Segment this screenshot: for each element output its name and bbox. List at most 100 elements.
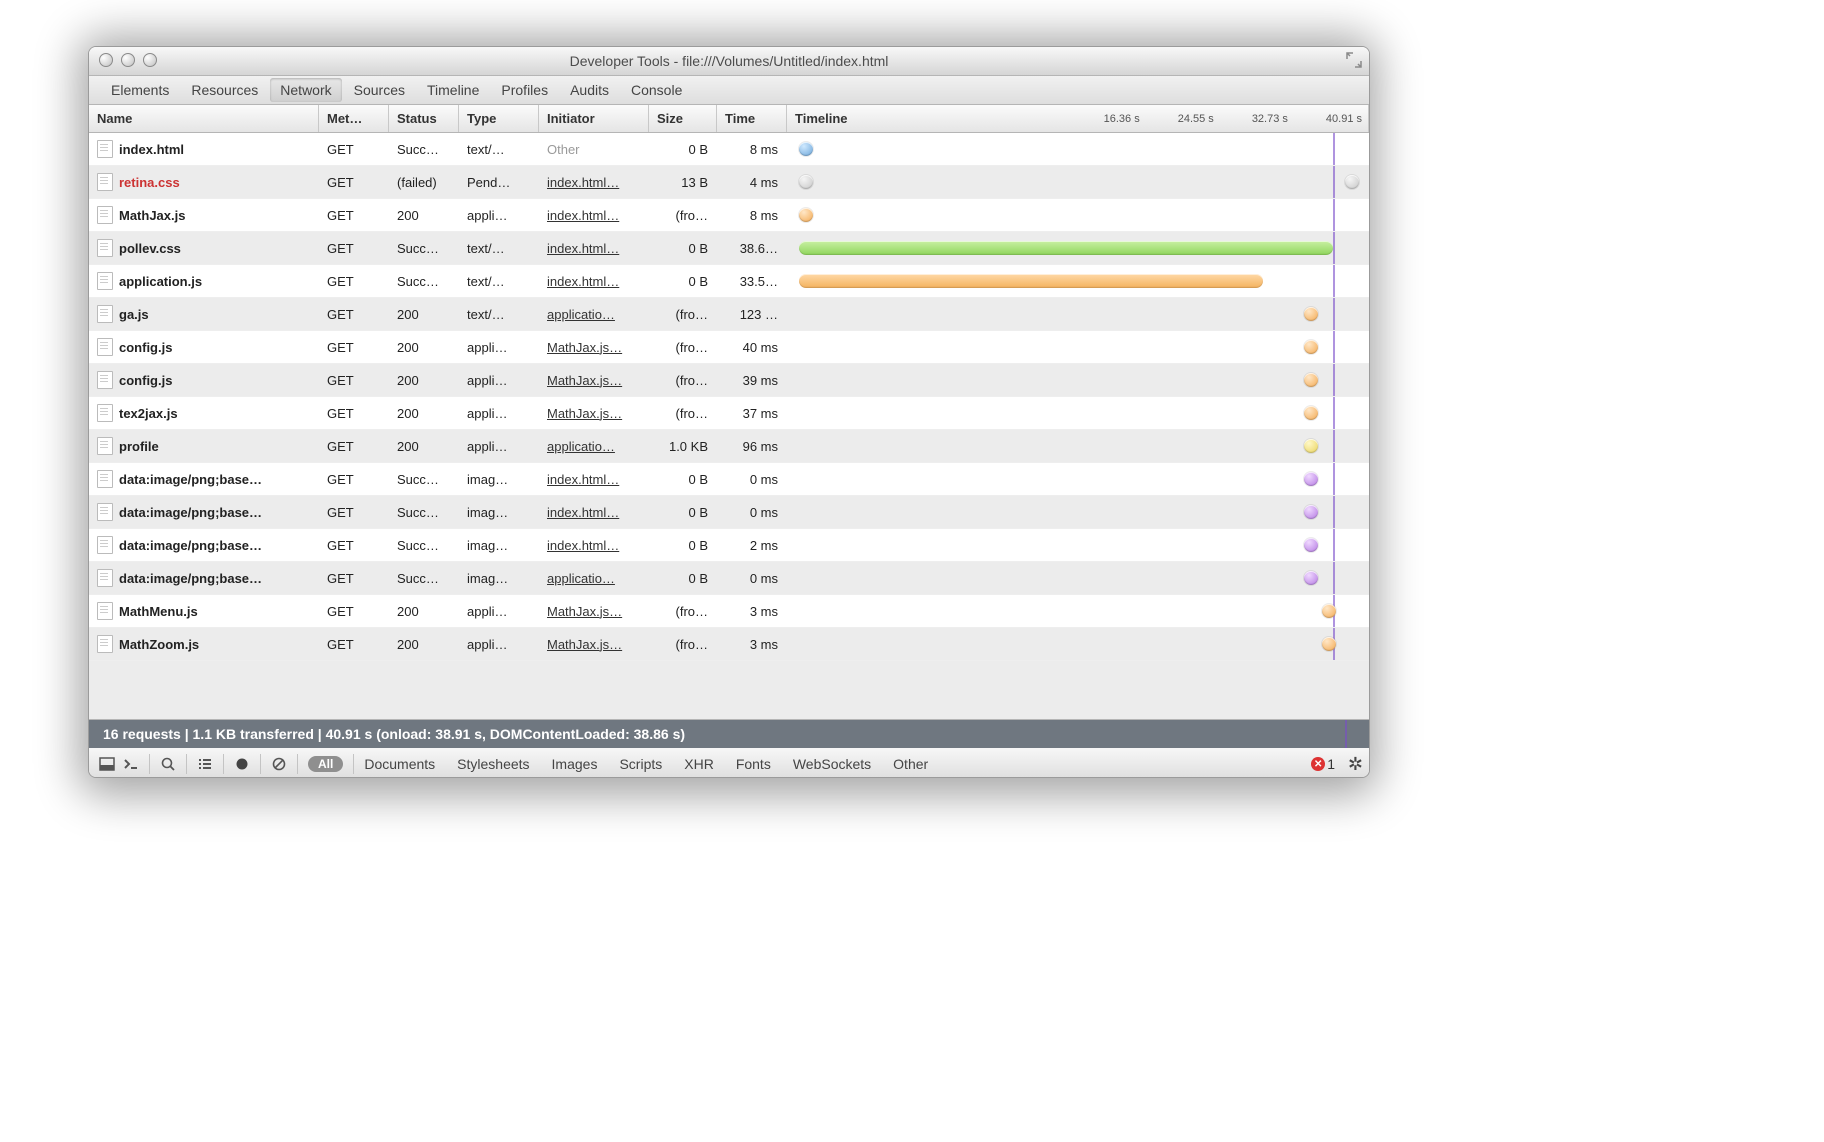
file-icon (97, 602, 113, 620)
expand-icon[interactable] (1345, 51, 1363, 69)
col-type[interactable]: Type (459, 105, 539, 132)
zoom-window-button[interactable] (143, 53, 157, 67)
cell-time: 0 ms (717, 472, 787, 487)
dock-icon[interactable] (99, 756, 115, 772)
cell-name: MathMenu.js (89, 602, 319, 620)
cell-method: GET (319, 406, 389, 421)
request-row[interactable]: config.jsGET200appli…MathJax.js…(fro…40 … (89, 331, 1369, 364)
panel-tab-audits[interactable]: Audits (560, 78, 619, 102)
request-row[interactable]: data:image/png;base…GETSucc…imag…index.h… (89, 463, 1369, 496)
cell-initiator: Other (539, 142, 649, 157)
col-time[interactable]: Time (717, 105, 787, 132)
filter-xhr[interactable]: XHR (684, 756, 714, 772)
file-icon (97, 140, 113, 158)
filter-fonts[interactable]: Fonts (736, 756, 771, 772)
request-row[interactable]: retina.cssGET(failed)Pend…index.html…13 … (89, 166, 1369, 199)
request-row[interactable]: data:image/png;base…GETSucc…imag…index.h… (89, 496, 1369, 529)
cell-time: 96 ms (717, 439, 787, 454)
cell-time: 123 … (717, 307, 787, 322)
filter-scripts[interactable]: Scripts (619, 756, 662, 772)
request-row[interactable]: index.htmlGETSucc…text/…Other0 B8 ms (89, 133, 1369, 166)
cell-name: data:image/png;base… (89, 470, 319, 488)
cell-type: text/… (459, 274, 539, 289)
cell-initiator: index.html… (539, 538, 649, 553)
cell-type: text/… (459, 307, 539, 322)
col-timeline[interactable]: Timeline 16.36 s24.55 s32.73 s40.91 s (787, 105, 1369, 132)
request-row[interactable]: pollev.cssGETSucc…text/…index.html…0 B38… (89, 232, 1369, 265)
cell-name: config.js (89, 371, 319, 389)
cell-time: 0 ms (717, 571, 787, 586)
settings-icon[interactable]: ✲ (1348, 754, 1363, 775)
col-method[interactable]: Met… (319, 105, 389, 132)
cell-type: appli… (459, 208, 539, 223)
load-event-line (1333, 232, 1335, 264)
request-row[interactable]: data:image/png;base…GETSucc…imag…applica… (89, 562, 1369, 595)
panel-tab-sources[interactable]: Sources (344, 78, 415, 102)
col-initiator[interactable]: Initiator (539, 105, 649, 132)
file-icon (97, 371, 113, 389)
panel-tab-elements[interactable]: Elements (101, 78, 179, 102)
panel-tab-network[interactable]: Network (270, 78, 341, 102)
request-row[interactable]: tex2jax.jsGET200appli…MathJax.js…(fro…37… (89, 397, 1369, 430)
load-event-line (1333, 529, 1335, 561)
panel-tab-timeline[interactable]: Timeline (417, 78, 489, 102)
cell-initiator: MathJax.js… (539, 637, 649, 652)
cell-type: text/… (459, 142, 539, 157)
cell-name: application.js (89, 272, 319, 290)
footer-toolbar: All Documents Stylesheets Images Scripts XHR… (89, 748, 1369, 778)
panel-tab-resources[interactable]: Resources (181, 78, 268, 102)
filter-other[interactable]: Other (893, 756, 928, 772)
search-icon[interactable] (160, 756, 176, 772)
close-window-button[interactable] (99, 53, 113, 67)
list-icon[interactable] (197, 756, 213, 772)
cell-time: 8 ms (717, 208, 787, 223)
file-icon (97, 206, 113, 224)
request-row[interactable]: MathJax.jsGET200appli…index.html…(fro…8 … (89, 199, 1369, 232)
console-icon[interactable] (123, 756, 139, 772)
timing-dot (1304, 571, 1318, 585)
col-name[interactable]: Name (89, 105, 319, 132)
cell-timeline (787, 232, 1369, 264)
file-icon (97, 338, 113, 356)
col-status[interactable]: Status (389, 105, 459, 132)
load-event-line (1333, 166, 1335, 198)
load-event-line (1333, 430, 1335, 462)
request-row[interactable]: data:image/png;base…GETSucc…imag…index.h… (89, 529, 1369, 562)
timeline-tick: 40.91 s (1326, 113, 1362, 125)
request-row[interactable]: MathZoom.jsGET200appli…MathJax.js…(fro…3… (89, 628, 1369, 661)
cell-size: 0 B (649, 142, 717, 157)
request-row[interactable]: MathMenu.jsGET200appli…MathJax.js…(fro…3… (89, 595, 1369, 628)
cell-name: MathZoom.js (89, 635, 319, 653)
col-size[interactable]: Size (649, 105, 717, 132)
cell-name: pollev.css (89, 239, 319, 257)
timing-dot (799, 142, 813, 156)
cell-timeline (787, 463, 1369, 495)
cell-type: imag… (459, 571, 539, 586)
load-event-line (1333, 496, 1335, 528)
filter-stylesheets[interactable]: Stylesheets (457, 756, 529, 772)
file-icon (97, 437, 113, 455)
filter-documents[interactable]: Documents (364, 756, 435, 772)
request-row[interactable]: ga.jsGET200text/…applicatio…(fro…123 … (89, 298, 1369, 331)
summary-text: 16 requests | 1.1 KB transferred | 40.91… (103, 726, 685, 742)
cell-time: 37 ms (717, 406, 787, 421)
request-row[interactable]: config.jsGET200appli…MathJax.js…(fro…39 … (89, 364, 1369, 397)
cell-time: 3 ms (717, 637, 787, 652)
panel-tab-profiles[interactable]: Profiles (491, 78, 558, 102)
clear-icon[interactable] (271, 756, 287, 772)
filter-all[interactable]: All (308, 756, 343, 772)
minimize-window-button[interactable] (121, 53, 135, 67)
filter-websockets[interactable]: WebSockets (793, 756, 871, 772)
cell-name: tex2jax.js (89, 404, 319, 422)
record-icon[interactable] (234, 756, 250, 772)
filter-images[interactable]: Images (552, 756, 598, 772)
panel-tab-console[interactable]: Console (621, 78, 692, 102)
cell-type: imag… (459, 538, 539, 553)
cell-type: Pend… (459, 175, 539, 190)
request-row[interactable]: profileGET200appli…applicatio…1.0 KB96 m… (89, 430, 1369, 463)
request-row[interactable]: application.jsGETSucc…text/…index.html…0… (89, 265, 1369, 298)
timeline-tick: 32.73 s (1252, 113, 1288, 125)
cell-method: GET (319, 571, 389, 586)
error-badge[interactable]: ✕1 (1311, 756, 1335, 772)
cell-status: Succ… (389, 241, 459, 256)
